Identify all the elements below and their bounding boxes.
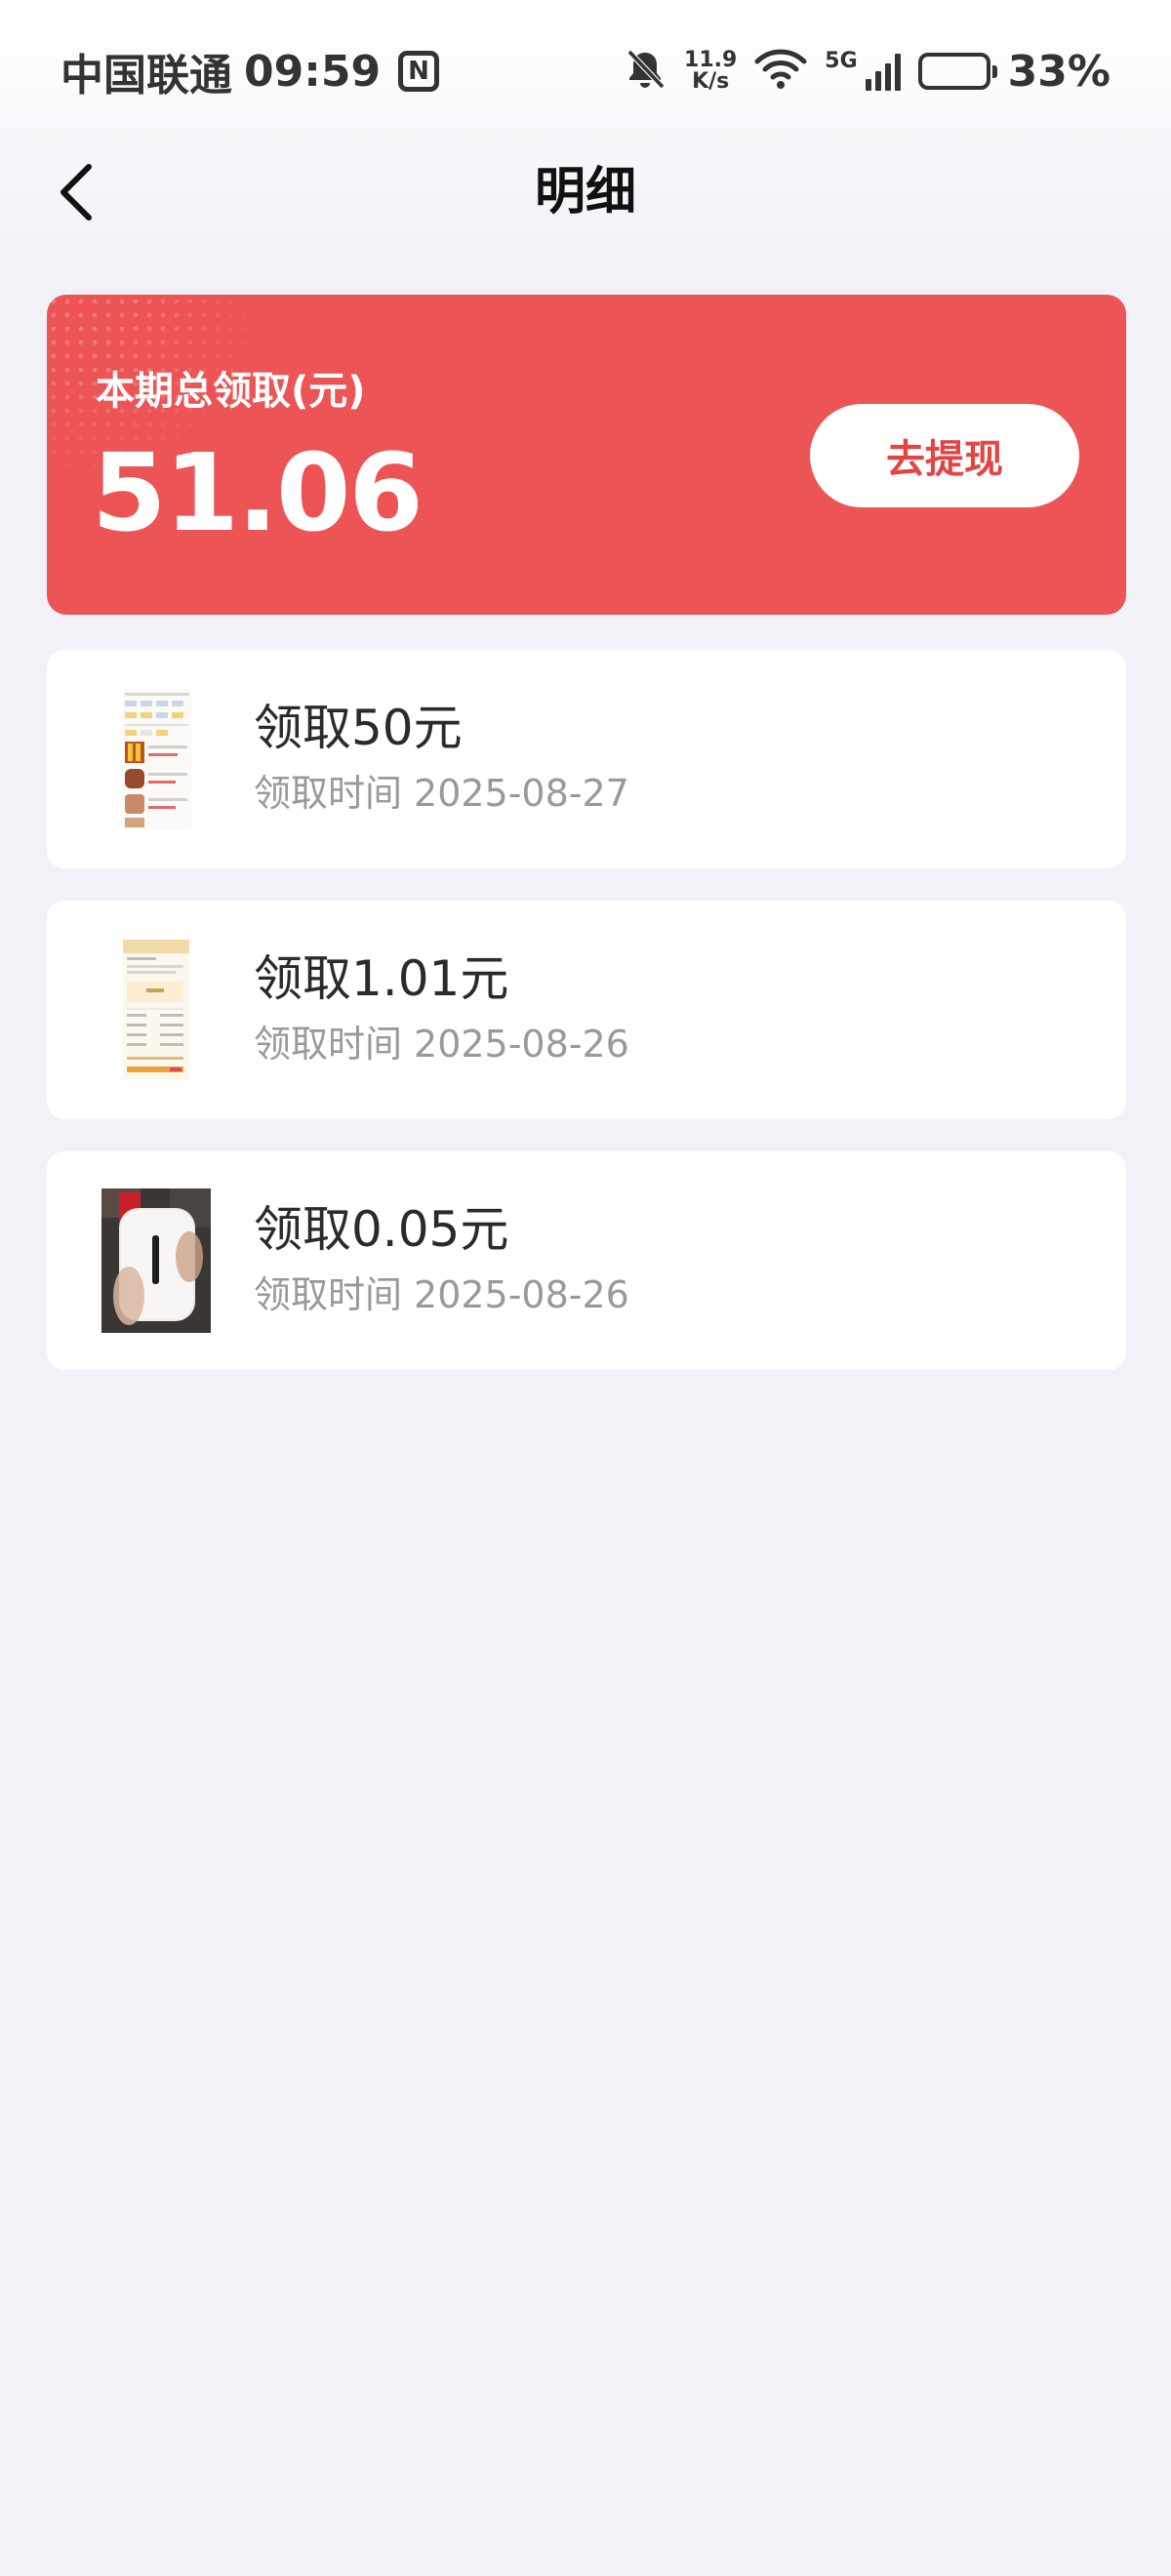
- record-title: 领取50元: [254, 700, 463, 756]
- status-bar-right: 11.9 K/s 5G 33%: [624, 39, 1110, 103]
- status-bar-left: 中国联通 09:59 N: [61, 39, 440, 103]
- list-item[interactable]: 领取50元 领取时间 2025-08-27: [47, 650, 1126, 868]
- summary-card: 本期总领取(元) 51.06 去提现: [47, 295, 1126, 615]
- record-date: 2025-08-26: [414, 1273, 629, 1316]
- summary-amount: 51.06: [92, 430, 424, 555]
- page-title: 明细: [534, 163, 636, 221]
- record-title: 领取0.05元: [254, 1201, 509, 1258]
- record-time: 领取时间 2025-08-27: [254, 769, 629, 818]
- record-time: 领取时间 2025-08-26: [254, 1270, 629, 1319]
- record-time-label: 领取时间: [254, 1273, 403, 1316]
- list-item[interactable]: 领取1.01元 领取时间 2025-08-26: [47, 901, 1126, 1119]
- device-photo-thumbnail: [101, 1188, 211, 1333]
- mute-bell-icon: [624, 48, 666, 95]
- carrier-name: 中国联通: [61, 51, 232, 101]
- summary-label: 本期总领取(元): [96, 369, 366, 414]
- status-bar: 中国联通 09:59 N 11.9 K/s 5G 33%: [0, 0, 1171, 137]
- record-time-label: 领取时间: [254, 772, 403, 815]
- network-speed: 11.9 K/s: [684, 50, 737, 93]
- chevron-left-icon: [61, 164, 92, 221]
- network-speed-unit: K/s: [692, 69, 730, 94]
- record-date: 2025-08-26: [414, 1023, 629, 1066]
- battery-percent: 33%: [1007, 46, 1110, 97]
- navigation-bar: 明细: [0, 146, 1171, 238]
- receipt-thumbnail: [101, 938, 211, 1082]
- list-item[interactable]: 领取0.05元 领取时间 2025-08-26: [47, 1151, 1126, 1370]
- record-list: 领取50元 领取时间 2025-08-27 领取1.01元 领取时间 2025-…: [47, 650, 1126, 1402]
- record-date: 2025-08-27: [414, 772, 629, 815]
- wifi-icon: [754, 48, 807, 95]
- network-speed-value: 11.9: [684, 48, 738, 72]
- withdraw-button[interactable]: 去提现: [810, 404, 1079, 507]
- network-type: 5G: [825, 49, 858, 73]
- back-button[interactable]: [43, 158, 111, 226]
- record-title: 领取1.01元: [254, 950, 509, 1007]
- signal-icon: [865, 52, 901, 91]
- app-screenshot-thumbnail: [101, 687, 211, 831]
- battery-icon: [917, 53, 997, 90]
- record-time-label: 领取时间: [254, 1023, 403, 1066]
- record-time: 领取时间 2025-08-26: [254, 1020, 629, 1068]
- clock: 09:59: [244, 46, 382, 97]
- nfc-icon: N: [398, 51, 440, 92]
